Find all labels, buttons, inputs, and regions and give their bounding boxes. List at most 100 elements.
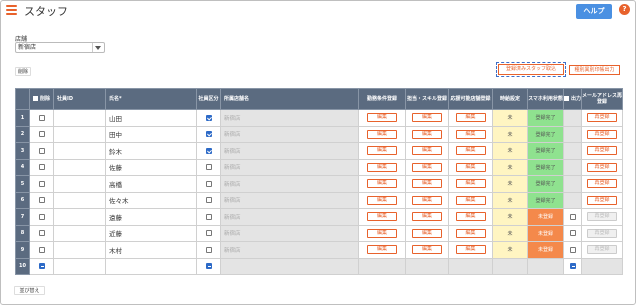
delete-checkbox[interactable] [38,263,45,269]
staff-id-cell[interactable] [53,125,106,143]
edit-skills-button[interactable]: 編集 [412,146,442,156]
edit-work-conditions-button[interactable]: 編集 [367,228,397,238]
edit-support-store-button[interactable]: 編集 [455,228,486,238]
sort-button[interactable]: 並び替え [14,286,45,295]
delete-checkbox[interactable] [38,197,45,203]
name-cell[interactable]: 山田 [105,109,197,127]
output-checkbox[interactable] [569,213,576,220]
edit-work-conditions-button[interactable]: 編集 [367,129,397,139]
edit-support-store-button[interactable]: 編集 [455,179,486,189]
support-store-cell [448,257,493,275]
edit-support-store-button[interactable]: 編集 [455,162,486,172]
delete-checkbox[interactable] [38,213,45,220]
delete-checkbox[interactable] [38,114,45,121]
edit-support-store-button[interactable]: 編集 [455,146,486,156]
delete-checkbox[interactable] [38,180,45,187]
reregister-button[interactable]: 再登録 [587,162,617,172]
mail-reregister-cell: 再登録 [581,241,623,259]
name-cell[interactable]: 佐藤 [105,158,197,176]
name-cell[interactable]: 鈴木 [105,142,197,160]
employee-checkbox[interactable] [205,263,212,269]
help-button[interactable]: ヘルプ [576,4,612,19]
table-row: 6 佐々木 新宿店 編集 編集 編集未登録完了 再登録 [15,191,623,209]
employee-checkbox[interactable] [205,147,212,154]
employee-checkbox[interactable] [205,213,212,220]
edit-support-store-button[interactable]: 編集 [455,212,486,222]
employee-checkbox[interactable] [205,164,212,170]
affiliated-store-cell: 新宿店 [220,224,359,242]
select-all-checkbox[interactable] [32,96,38,101]
chevron-down-icon [95,46,101,50]
edit-skills-button[interactable]: 編集 [412,113,442,123]
reregister-button[interactable]: 再登録 [587,146,617,156]
staff-id-cell[interactable] [53,241,106,259]
employee-checkbox[interactable] [205,180,212,187]
output-checkbox[interactable] [569,230,576,236]
print-output-button[interactable]: 種別異別印帳出力 [569,65,620,75]
output-checkbox[interactable] [569,246,576,253]
name-cell[interactable]: 近藤 [105,224,197,242]
staff-id-cell[interactable] [53,191,106,209]
edit-skills-button[interactable]: 編集 [412,195,442,205]
staff-id-cell[interactable] [53,208,106,226]
edit-work-conditions-button[interactable]: 編集 [367,212,397,222]
reregister-button[interactable]: 再登録 [587,195,617,205]
edit-work-conditions-button[interactable]: 編集 [367,146,397,156]
edit-work-conditions-button[interactable]: 編集 [367,179,397,189]
staff-id-cell[interactable] [53,109,106,127]
edit-support-store-button[interactable]: 編集 [455,129,486,139]
output-all-checkbox[interactable] [564,96,569,101]
mail-reregister-cell: 再登録 [581,224,623,242]
edit-work-conditions-button[interactable]: 編集 [367,245,397,255]
edit-support-store-button[interactable]: 編集 [455,113,486,123]
employee-type-cell [196,208,221,226]
delete-checkbox[interactable] [38,147,45,154]
registered-staff-import-button[interactable]: 登録済みスタッフ取込 [496,62,566,77]
employee-type-cell [196,175,221,193]
staff-id-cell[interactable] [53,175,106,193]
staff-id-cell[interactable] [53,158,106,176]
edit-work-conditions-button[interactable]: 編集 [367,113,397,123]
employee-checkbox[interactable] [205,246,212,253]
question-icon[interactable]: ? [619,4,630,15]
reregister-button[interactable]: 再登録 [587,129,617,139]
edit-support-store-button[interactable]: 編集 [455,195,486,205]
name-cell[interactable]: 田中 [105,125,197,143]
skills-cell: 編集 [405,158,449,176]
name-cell[interactable]: 佐々木 [105,191,197,209]
select-divider [92,43,93,52]
delete-button[interactable]: 削除 [15,67,31,76]
name-cell[interactable]: 高橋 [105,175,197,193]
mail-reregister-cell: 再登録 [581,191,623,209]
delete-cell [29,142,54,160]
staff-id-cell[interactable] [53,257,106,275]
edit-skills-button[interactable]: 編集 [412,179,442,189]
employee-checkbox[interactable] [205,230,212,236]
delete-checkbox[interactable] [38,246,45,253]
delete-checkbox[interactable] [38,230,45,236]
output-checkbox[interactable] [569,263,576,269]
edit-skills-button[interactable]: 編集 [412,212,442,222]
edit-skills-button[interactable]: 編集 [412,245,442,255]
edit-work-conditions-button[interactable]: 編集 [367,162,397,172]
delete-checkbox[interactable] [38,131,45,137]
name-cell[interactable]: 木村 [105,241,197,259]
reregister-button[interactable]: 再登録 [587,179,617,189]
store-select[interactable]: 新宿店 [15,42,105,53]
edit-support-store-button[interactable]: 編集 [455,245,486,255]
edit-skills-button[interactable]: 編集 [412,129,442,139]
edit-skills-button[interactable]: 編集 [412,162,442,172]
employee-checkbox[interactable] [205,197,212,203]
employee-checkbox[interactable] [205,131,212,137]
reregister-button[interactable]: 再登録 [587,113,617,123]
name-cell[interactable] [105,257,197,275]
edit-skills-button[interactable]: 編集 [412,228,442,238]
edit-work-conditions-button[interactable]: 編集 [367,195,397,205]
staff-id-cell[interactable] [53,142,106,160]
name-cell[interactable]: 遠藤 [105,208,197,226]
staff-id-cell[interactable] [53,224,106,242]
skills-cell: 編集 [405,241,449,259]
employee-checkbox[interactable] [205,114,212,121]
menu-icon[interactable] [6,5,17,15]
delete-checkbox[interactable] [38,164,45,170]
